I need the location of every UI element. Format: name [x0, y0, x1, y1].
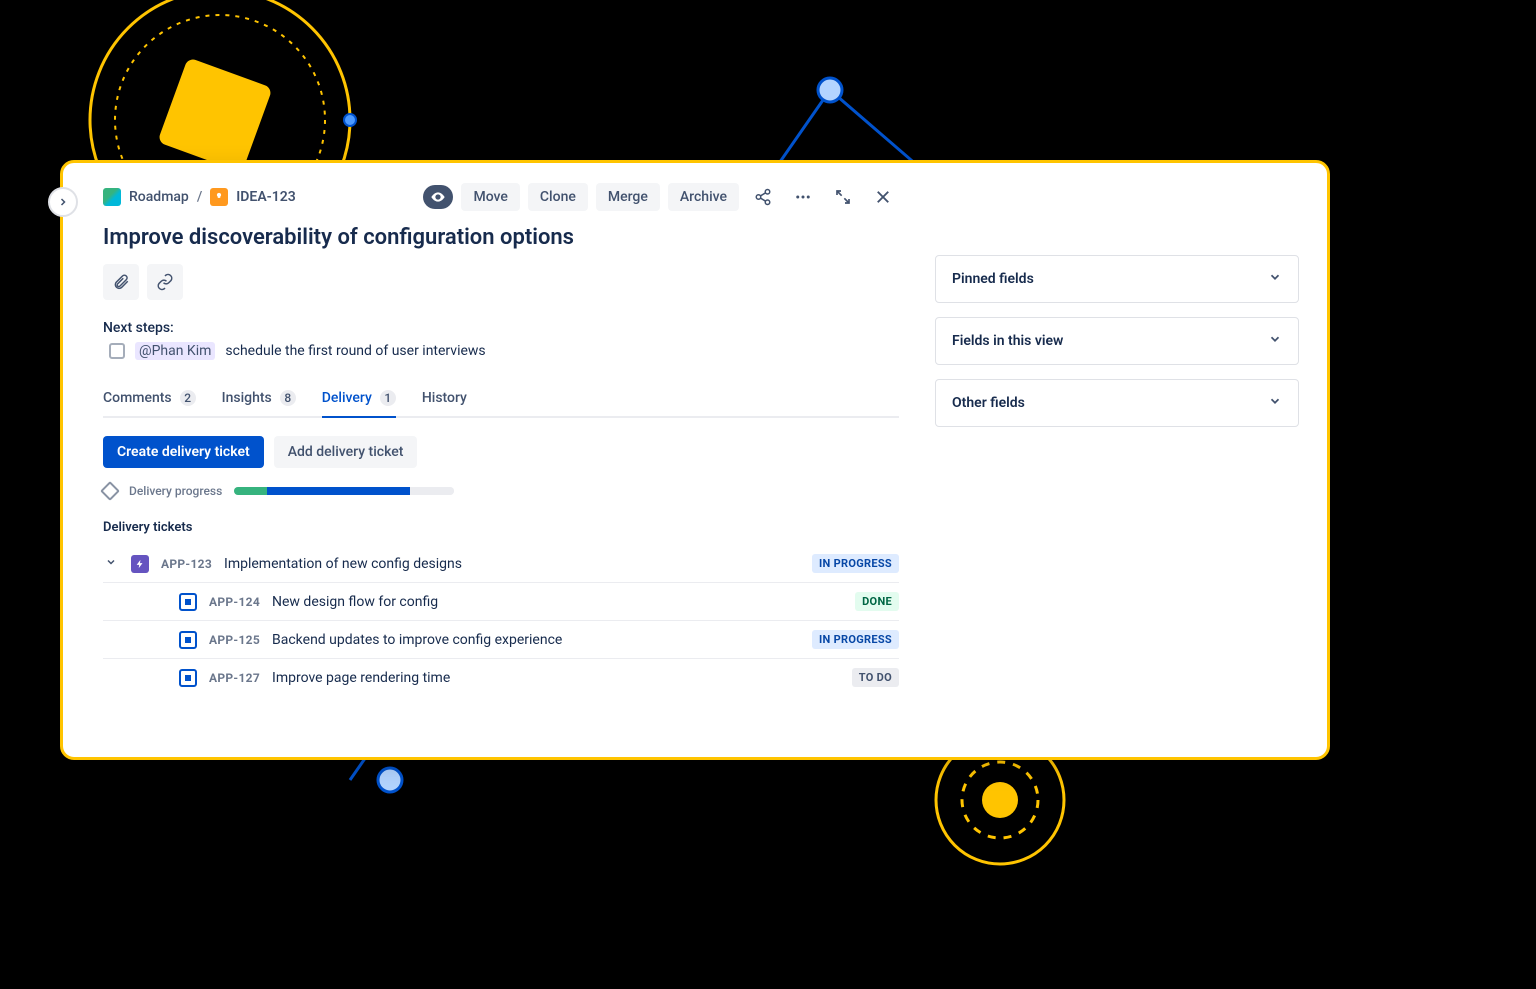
tab-label: Delivery: [322, 390, 372, 406]
idea-icon: [210, 188, 228, 206]
ticket-row[interactable]: APP-124 New design flow for config DONE: [103, 582, 899, 620]
status-badge[interactable]: DONE: [855, 592, 899, 611]
watch-icon[interactable]: [423, 185, 453, 209]
status-badge[interactable]: TO DO: [852, 668, 899, 687]
share-icon[interactable]: [747, 181, 779, 213]
merge-button[interactable]: Merge: [596, 183, 660, 211]
progress-label: Delivery progress: [129, 484, 222, 498]
tab-bar: Comments 2 Insights 8 Delivery 1 History: [103, 390, 899, 418]
progress-bar: [234, 487, 454, 495]
epic-icon: [131, 555, 149, 573]
panel-title: Other fields: [952, 395, 1025, 411]
pinned-fields-panel[interactable]: Pinned fields: [935, 255, 1299, 303]
breadcrumb: Roadmap / IDEA-123: [103, 188, 296, 206]
close-icon[interactable]: [867, 181, 899, 213]
ticket-key[interactable]: APP-124: [209, 595, 260, 609]
story-icon: [179, 593, 197, 611]
tab-count: 8: [280, 390, 296, 406]
ticket-summary[interactable]: Improve page rendering time: [272, 670, 450, 686]
ticket-row[interactable]: APP-125 Backend updates to improve config…: [103, 620, 899, 658]
archive-button[interactable]: Archive: [668, 183, 739, 211]
ticket-summary[interactable]: Implementation of new config designs: [224, 556, 462, 572]
user-mention[interactable]: @Phan Kim: [135, 342, 215, 360]
issue-dialog: Roadmap / IDEA-123 Move Clone Merge Arch…: [60, 160, 1330, 760]
tab-label: History: [422, 390, 467, 406]
story-icon: [179, 631, 197, 649]
header-actions: Move Clone Merge Archive: [423, 181, 899, 213]
tab-count: 2: [180, 390, 196, 406]
attach-button[interactable]: [103, 264, 139, 300]
delivery-progress: Delivery progress: [103, 484, 899, 498]
ticket-summary[interactable]: Backend updates to improve config experi…: [272, 632, 562, 648]
chevron-down-icon: [1268, 332, 1282, 350]
tab-insights[interactable]: Insights 8: [222, 390, 296, 418]
breadcrumb-project[interactable]: Roadmap: [129, 189, 189, 205]
tab-delivery[interactable]: Delivery 1: [322, 390, 396, 418]
chevron-down-icon[interactable]: [103, 556, 119, 572]
delivery-tickets-list: APP-123 Implementation of new config desi…: [103, 545, 899, 696]
next-steps-item: @Phan Kim schedule the first round of us…: [109, 342, 899, 360]
ticket-summary[interactable]: New design flow for config: [272, 594, 438, 610]
more-icon[interactable]: [787, 181, 819, 213]
ticket-key[interactable]: APP-125: [209, 633, 260, 647]
move-button[interactable]: Move: [461, 183, 519, 211]
add-delivery-ticket-button[interactable]: Add delivery ticket: [274, 436, 418, 468]
other-fields-panel[interactable]: Other fields: [935, 379, 1299, 427]
create-delivery-ticket-button[interactable]: Create delivery ticket: [103, 436, 264, 468]
fields-in-view-panel[interactable]: Fields in this view: [935, 317, 1299, 365]
tab-comments[interactable]: Comments 2: [103, 390, 196, 418]
link-button[interactable]: [147, 264, 183, 300]
progress-inprogress: [267, 487, 410, 495]
progress-done: [234, 487, 267, 495]
panel-title: Fields in this view: [952, 333, 1063, 349]
collapse-icon[interactable]: [827, 181, 859, 213]
breadcrumb-separator: /: [197, 189, 202, 205]
panel-title: Pinned fields: [952, 271, 1034, 287]
tab-count: 1: [380, 390, 396, 406]
next-steps-label: Next steps:: [103, 320, 899, 336]
ticket-key[interactable]: APP-123: [161, 557, 212, 571]
breadcrumb-idea-key[interactable]: IDEA-123: [236, 189, 296, 205]
ticket-key[interactable]: APP-127: [209, 671, 260, 685]
expand-handle[interactable]: [48, 187, 78, 217]
tab-label: Comments: [103, 390, 172, 406]
tab-history[interactable]: History: [422, 390, 467, 418]
tab-label: Insights: [222, 390, 272, 406]
story-icon: [179, 669, 197, 687]
delivery-tickets-heading: Delivery tickets: [103, 520, 899, 535]
progress-todo: [410, 487, 454, 495]
status-badge[interactable]: IN PROGRESS: [812, 554, 899, 573]
issue-title[interactable]: Improve discoverability of configuration…: [103, 225, 899, 250]
status-badge[interactable]: IN PROGRESS: [812, 630, 899, 649]
clone-button[interactable]: Clone: [528, 183, 588, 211]
checkbox[interactable]: [109, 343, 125, 359]
epic-progress-icon: [100, 481, 120, 501]
chevron-down-icon: [1268, 270, 1282, 288]
ticket-row[interactable]: APP-127 Improve page rendering time TO DO: [103, 658, 899, 696]
chevron-down-icon: [1268, 394, 1282, 412]
ticket-row[interactable]: APP-123 Implementation of new config desi…: [103, 545, 899, 582]
project-icon: [103, 188, 121, 206]
next-steps-text: schedule the first round of user intervi…: [225, 343, 485, 359]
